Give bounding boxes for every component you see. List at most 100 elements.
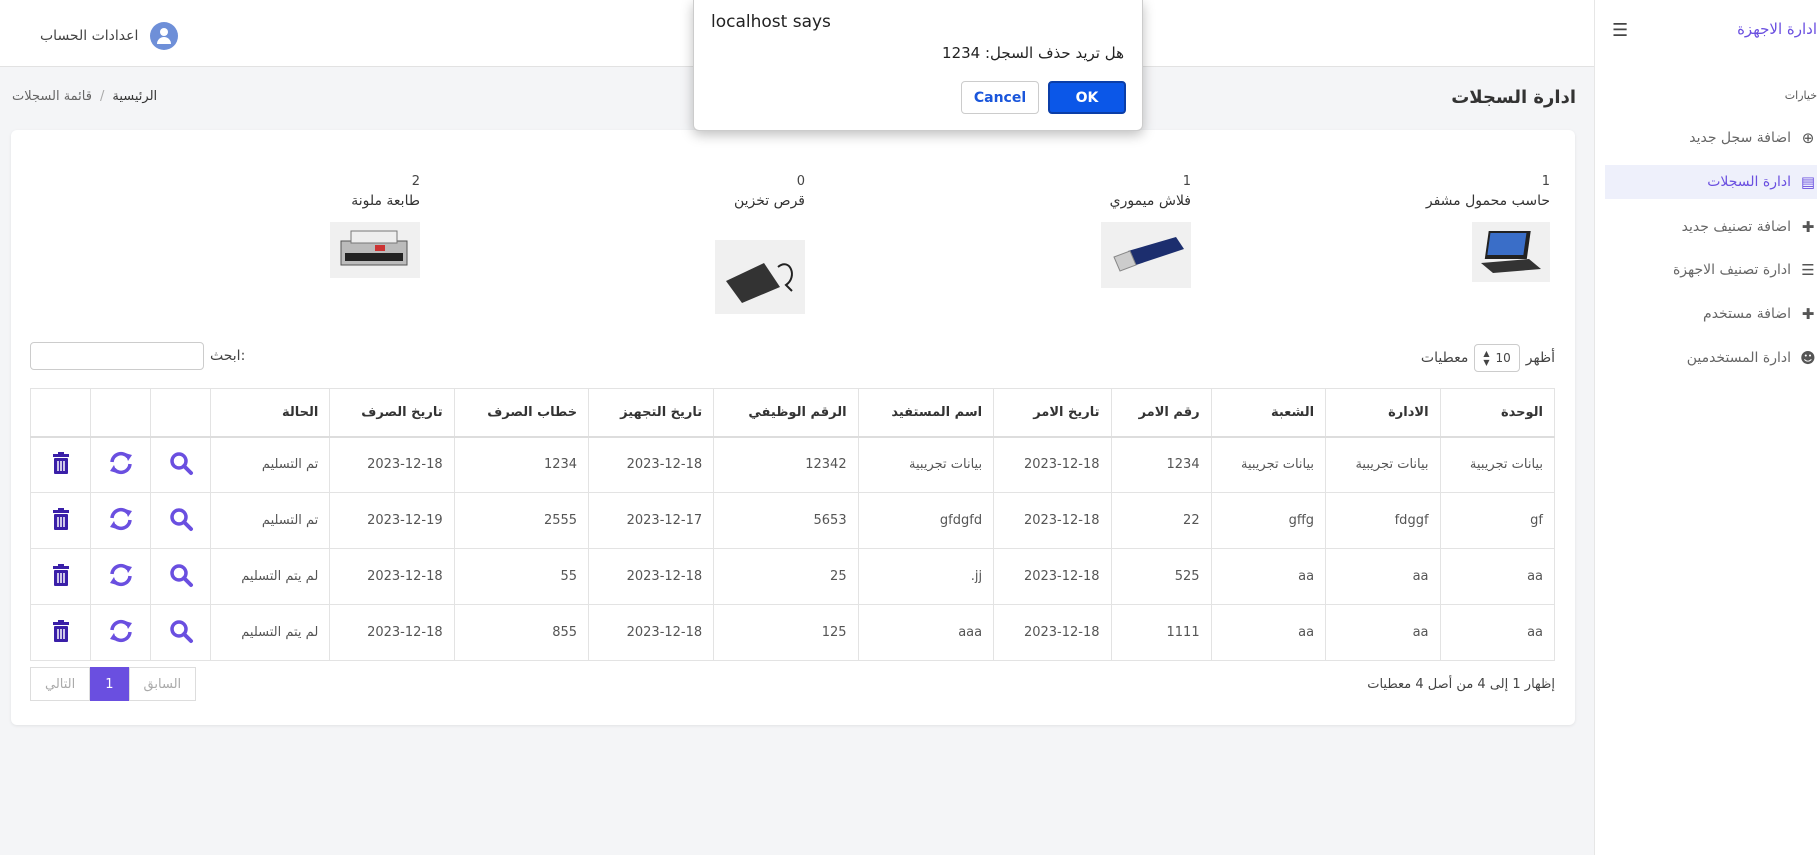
table-row: aa aa aa 1111 2023-12-18 aaa 125 2023-12-18 855 2… bbox=[30, 604, 1555, 661]
col-header-department[interactable]: الادارة bbox=[1325, 388, 1441, 438]
sidebar-brand[interactable]: ادارة الاجهزة bbox=[1737, 20, 1817, 38]
search-icon bbox=[168, 563, 194, 592]
cell-status: تم التسليم bbox=[209, 492, 330, 549]
cell-order-number: 1234 bbox=[1110, 436, 1212, 493]
sidebar-item-label: ادارة السجلات bbox=[1707, 174, 1791, 190]
breadcrumb-current: قائمة السجلات bbox=[12, 89, 92, 104]
sidebar: ادارة الاجهزة ☰ خيارات ⊕ اضافة سجل جديد … bbox=[1594, 0, 1817, 855]
trash-icon bbox=[48, 563, 74, 592]
table-row: بيانات تجريبية بيانات تجريبية بيانات تجريب… bbox=[30, 436, 1555, 493]
sync-icon bbox=[108, 451, 134, 480]
col-header-order-date[interactable]: تاريخ الامر bbox=[993, 388, 1112, 438]
col-header-section[interactable]: الشعبة bbox=[1210, 388, 1326, 438]
sidebar-item-manage-records[interactable]: ▤ ادارة السجلات bbox=[1605, 165, 1817, 199]
cell-disbursement-letter: 855 bbox=[453, 604, 589, 661]
sidebar-item-label: ادارة تصنيف الاجهزة bbox=[1672, 262, 1791, 278]
cell-order-date: 2023-12-18 bbox=[993, 548, 1112, 605]
sidebar-item-add-user[interactable]: ✚ اضافة مستخدم bbox=[1703, 297, 1817, 331]
cell-beneficiary: بيانات تجريبية bbox=[857, 436, 994, 493]
select-arrows-icon: ▲ ▼ bbox=[1483, 349, 1490, 367]
device-count: 1 bbox=[1182, 174, 1191, 189]
sidebar-item-label: ادارة المستخدمين bbox=[1686, 350, 1791, 366]
confirm-dialog: localhost says هل تريد حذف السجل: 1234 C… bbox=[693, 0, 1143, 131]
sidebar-item-manage-users[interactable]: ☻ ادارة المستخدمين bbox=[1687, 341, 1817, 375]
menu-toggle-icon[interactable]: ☰ bbox=[1612, 20, 1628, 41]
sidebar-section-title: خيارات bbox=[1784, 89, 1817, 102]
search-input[interactable] bbox=[30, 342, 204, 370]
col-header-unit[interactable]: الوحدة bbox=[1439, 388, 1555, 438]
laptop-icon bbox=[1472, 222, 1550, 282]
cell-status: لم يتم التسليم bbox=[209, 604, 330, 661]
update-button[interactable] bbox=[90, 492, 151, 549]
users-icon: ☻ bbox=[1800, 349, 1816, 367]
device-name: قرص تخزين bbox=[733, 193, 805, 209]
cell-order-number: 1111 bbox=[1110, 604, 1212, 661]
table-row: gf fdggf gffg 22 2023-12-18 gfdgfd 5653 2023-12… bbox=[30, 492, 1555, 549]
delete-button[interactable] bbox=[30, 492, 91, 549]
sidebar-item-add-record[interactable]: ⊕ اضافة سجل جديد bbox=[1689, 121, 1817, 155]
view-button[interactable] bbox=[150, 436, 211, 493]
col-header-disbursement-letter[interactable]: خطاب الصرف bbox=[453, 388, 589, 438]
list-alt-icon: ▤ bbox=[1800, 173, 1816, 191]
cell-order-number: 22 bbox=[1110, 492, 1212, 549]
cell-disbursement-date: 2023-12-18 bbox=[329, 436, 455, 493]
cell-disbursement-letter: 1234 bbox=[453, 436, 589, 493]
view-button[interactable] bbox=[150, 548, 211, 605]
update-button[interactable] bbox=[90, 604, 151, 661]
view-button[interactable] bbox=[150, 492, 211, 549]
cell-order-number: 525 bbox=[1110, 548, 1212, 605]
page-size-select[interactable]: 10 ▲ ▼ bbox=[1474, 344, 1520, 372]
col-header-order-number[interactable]: رقم الامر bbox=[1110, 388, 1212, 438]
page-size-value: 10 bbox=[1495, 351, 1511, 365]
cell-beneficiary: gfdgfd bbox=[857, 492, 994, 549]
update-button[interactable] bbox=[90, 548, 151, 605]
sidebar-item-label: اضافة تصنيف جديد bbox=[1681, 219, 1791, 235]
col-header-status[interactable]: الحالة bbox=[209, 388, 330, 438]
trash-icon bbox=[48, 507, 74, 536]
pagination-prev[interactable]: السابق bbox=[128, 667, 197, 701]
trash-icon bbox=[48, 451, 74, 480]
cell-employee-id: 25 bbox=[713, 548, 859, 605]
device-count: 2 bbox=[411, 174, 420, 189]
user-avatar-icon bbox=[150, 22, 179, 50]
delete-button[interactable] bbox=[30, 548, 91, 605]
account-settings-link[interactable]: اعدادات الحساب bbox=[40, 22, 179, 50]
cell-employee-id: 125 bbox=[713, 604, 859, 661]
sidebar-item-add-category[interactable]: ✚ اضافة تصنيف جديد bbox=[1682, 210, 1817, 244]
delete-button[interactable] bbox=[30, 436, 91, 493]
usb-icon bbox=[1101, 222, 1191, 288]
cell-disbursement-letter: 55 bbox=[453, 548, 589, 605]
pagination-next[interactable]: التالي bbox=[30, 667, 91, 701]
delete-button[interactable] bbox=[30, 604, 91, 661]
cell-prep-date: 2023-12-18 bbox=[588, 604, 714, 661]
cell-section: بيانات تجريبية bbox=[1210, 436, 1326, 493]
pagination-page[interactable]: 1 bbox=[90, 667, 129, 701]
search-icon bbox=[168, 507, 194, 536]
col-header-employee-id[interactable]: الرقم الوظيفي bbox=[713, 388, 859, 438]
cancel-button[interactable]: Cancel bbox=[961, 81, 1039, 114]
cell-prep-date: 2023-12-17 bbox=[588, 492, 714, 549]
hard-drive-icon bbox=[715, 240, 805, 314]
breadcrumb-home[interactable]: الرئيسية bbox=[112, 89, 157, 104]
col-header-disbursement-date[interactable]: تاريخ الصرف bbox=[329, 388, 455, 438]
cell-section: gffg bbox=[1210, 492, 1326, 549]
col-header-beneficiary[interactable]: اسم المستفيد bbox=[857, 388, 994, 438]
printer-icon bbox=[330, 222, 420, 278]
cell-department: fdggf bbox=[1325, 492, 1441, 549]
page-size-control: أظهر 10 ▲ ▼ معطيات bbox=[1421, 344, 1555, 372]
sidebar-item-manage-categories[interactable]: ☰ ادارة تصنيف الاجهزة bbox=[1673, 253, 1817, 287]
table-header-row: الوحدة الادارة الشعبة رقم الامر تاريخ ال… bbox=[30, 388, 1555, 438]
page-title: ادارة السجلات bbox=[1451, 87, 1576, 108]
sync-icon bbox=[108, 563, 134, 592]
cell-prep-date: 2023-12-18 bbox=[588, 548, 714, 605]
cell-unit: بيانات تجريبية bbox=[1439, 436, 1555, 493]
cell-department: aa bbox=[1325, 548, 1441, 605]
view-button[interactable] bbox=[150, 604, 211, 661]
cell-section: aa bbox=[1210, 604, 1326, 661]
show-prefix: أظهر bbox=[1525, 350, 1555, 366]
sidebar-item-label: اضافة سجل جديد bbox=[1689, 130, 1791, 146]
ok-button[interactable]: OK bbox=[1048, 81, 1126, 114]
update-button[interactable] bbox=[90, 436, 151, 493]
col-header-prep-date[interactable]: تاريخ التجهيز bbox=[588, 388, 714, 438]
cell-order-date: 2023-12-18 bbox=[993, 436, 1112, 493]
